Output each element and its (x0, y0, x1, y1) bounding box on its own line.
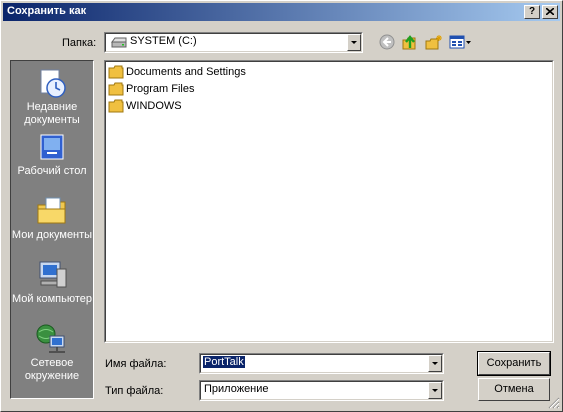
view-menu-button[interactable] (449, 34, 473, 51)
new-folder-icon[interactable] (425, 34, 443, 52)
place-label: Мой компьютер (11, 293, 93, 305)
place-network[interactable]: Сетевое окружение (11, 323, 93, 383)
recent-documents-icon (40, 69, 66, 98)
file-name: WINDOWS (126, 100, 182, 112)
my-documents-icon (37, 197, 66, 224)
places-bar: Недавние документы Рабочий стол Мои доку… (10, 60, 94, 399)
place-my-computer[interactable]: Мой компьютер (11, 259, 93, 306)
title-bar[interactable]: Сохранить как ? (3, 3, 560, 21)
close-button[interactable] (542, 5, 558, 19)
place-desktop[interactable]: Рабочий стол (11, 133, 93, 178)
folder-label: Папка: (62, 37, 97, 49)
folder-icon (108, 99, 124, 113)
file-list[interactable]: Documents and Settings Program Files WIN… (104, 60, 554, 343)
filename-label: Имя файла: (105, 358, 167, 370)
filename-value: PortTalk (203, 356, 245, 368)
close-icon (545, 7, 555, 16)
back-icon[interactable] (379, 34, 395, 50)
folder-dropdown-button[interactable] (347, 34, 361, 51)
file-name: Program Files (126, 83, 195, 95)
help-button[interactable]: ? (524, 5, 540, 19)
place-label: Недавние документы (24, 101, 80, 126)
folder-value: SYSTEM (C:) (130, 35, 197, 47)
place-label: Мои документы (11, 229, 93, 241)
dialog-title: Сохранить как (7, 5, 87, 17)
view-menu-icon (449, 35, 471, 49)
network-icon (36, 324, 65, 353)
save-button[interactable]: Сохранить (477, 351, 551, 376)
save-as-dialog: Сохранить как ? Папка: SYSTEM (C:) Недав… (0, 0, 563, 412)
folder-icon (108, 82, 124, 96)
folder-icon (108, 65, 124, 79)
resize-grip-icon[interactable] (548, 397, 560, 409)
place-my-documents[interactable]: Мои документы (11, 195, 93, 242)
desktop-icon (40, 134, 64, 160)
drive-icon (111, 37, 127, 48)
filename-field[interactable]: PortTalk (199, 353, 444, 374)
filetype-value: Приложение (204, 383, 269, 395)
place-label: Сетевое окружение (24, 357, 80, 382)
folder-combo[interactable]: SYSTEM (C:) (104, 32, 363, 53)
cancel-button[interactable]: Отмена (478, 378, 550, 401)
up-folder-icon[interactable] (401, 34, 419, 52)
filename-dropdown-button[interactable] (428, 355, 442, 372)
file-name: Documents and Settings (126, 66, 246, 78)
place-label: Рабочий стол (17, 165, 87, 177)
place-recent-documents[interactable]: Недавние документы (11, 67, 93, 127)
filetype-label: Тип файла: (105, 385, 164, 397)
filetype-dropdown-button[interactable] (428, 382, 442, 399)
my-computer-icon (39, 261, 67, 288)
filetype-select[interactable]: Приложение (199, 380, 444, 401)
